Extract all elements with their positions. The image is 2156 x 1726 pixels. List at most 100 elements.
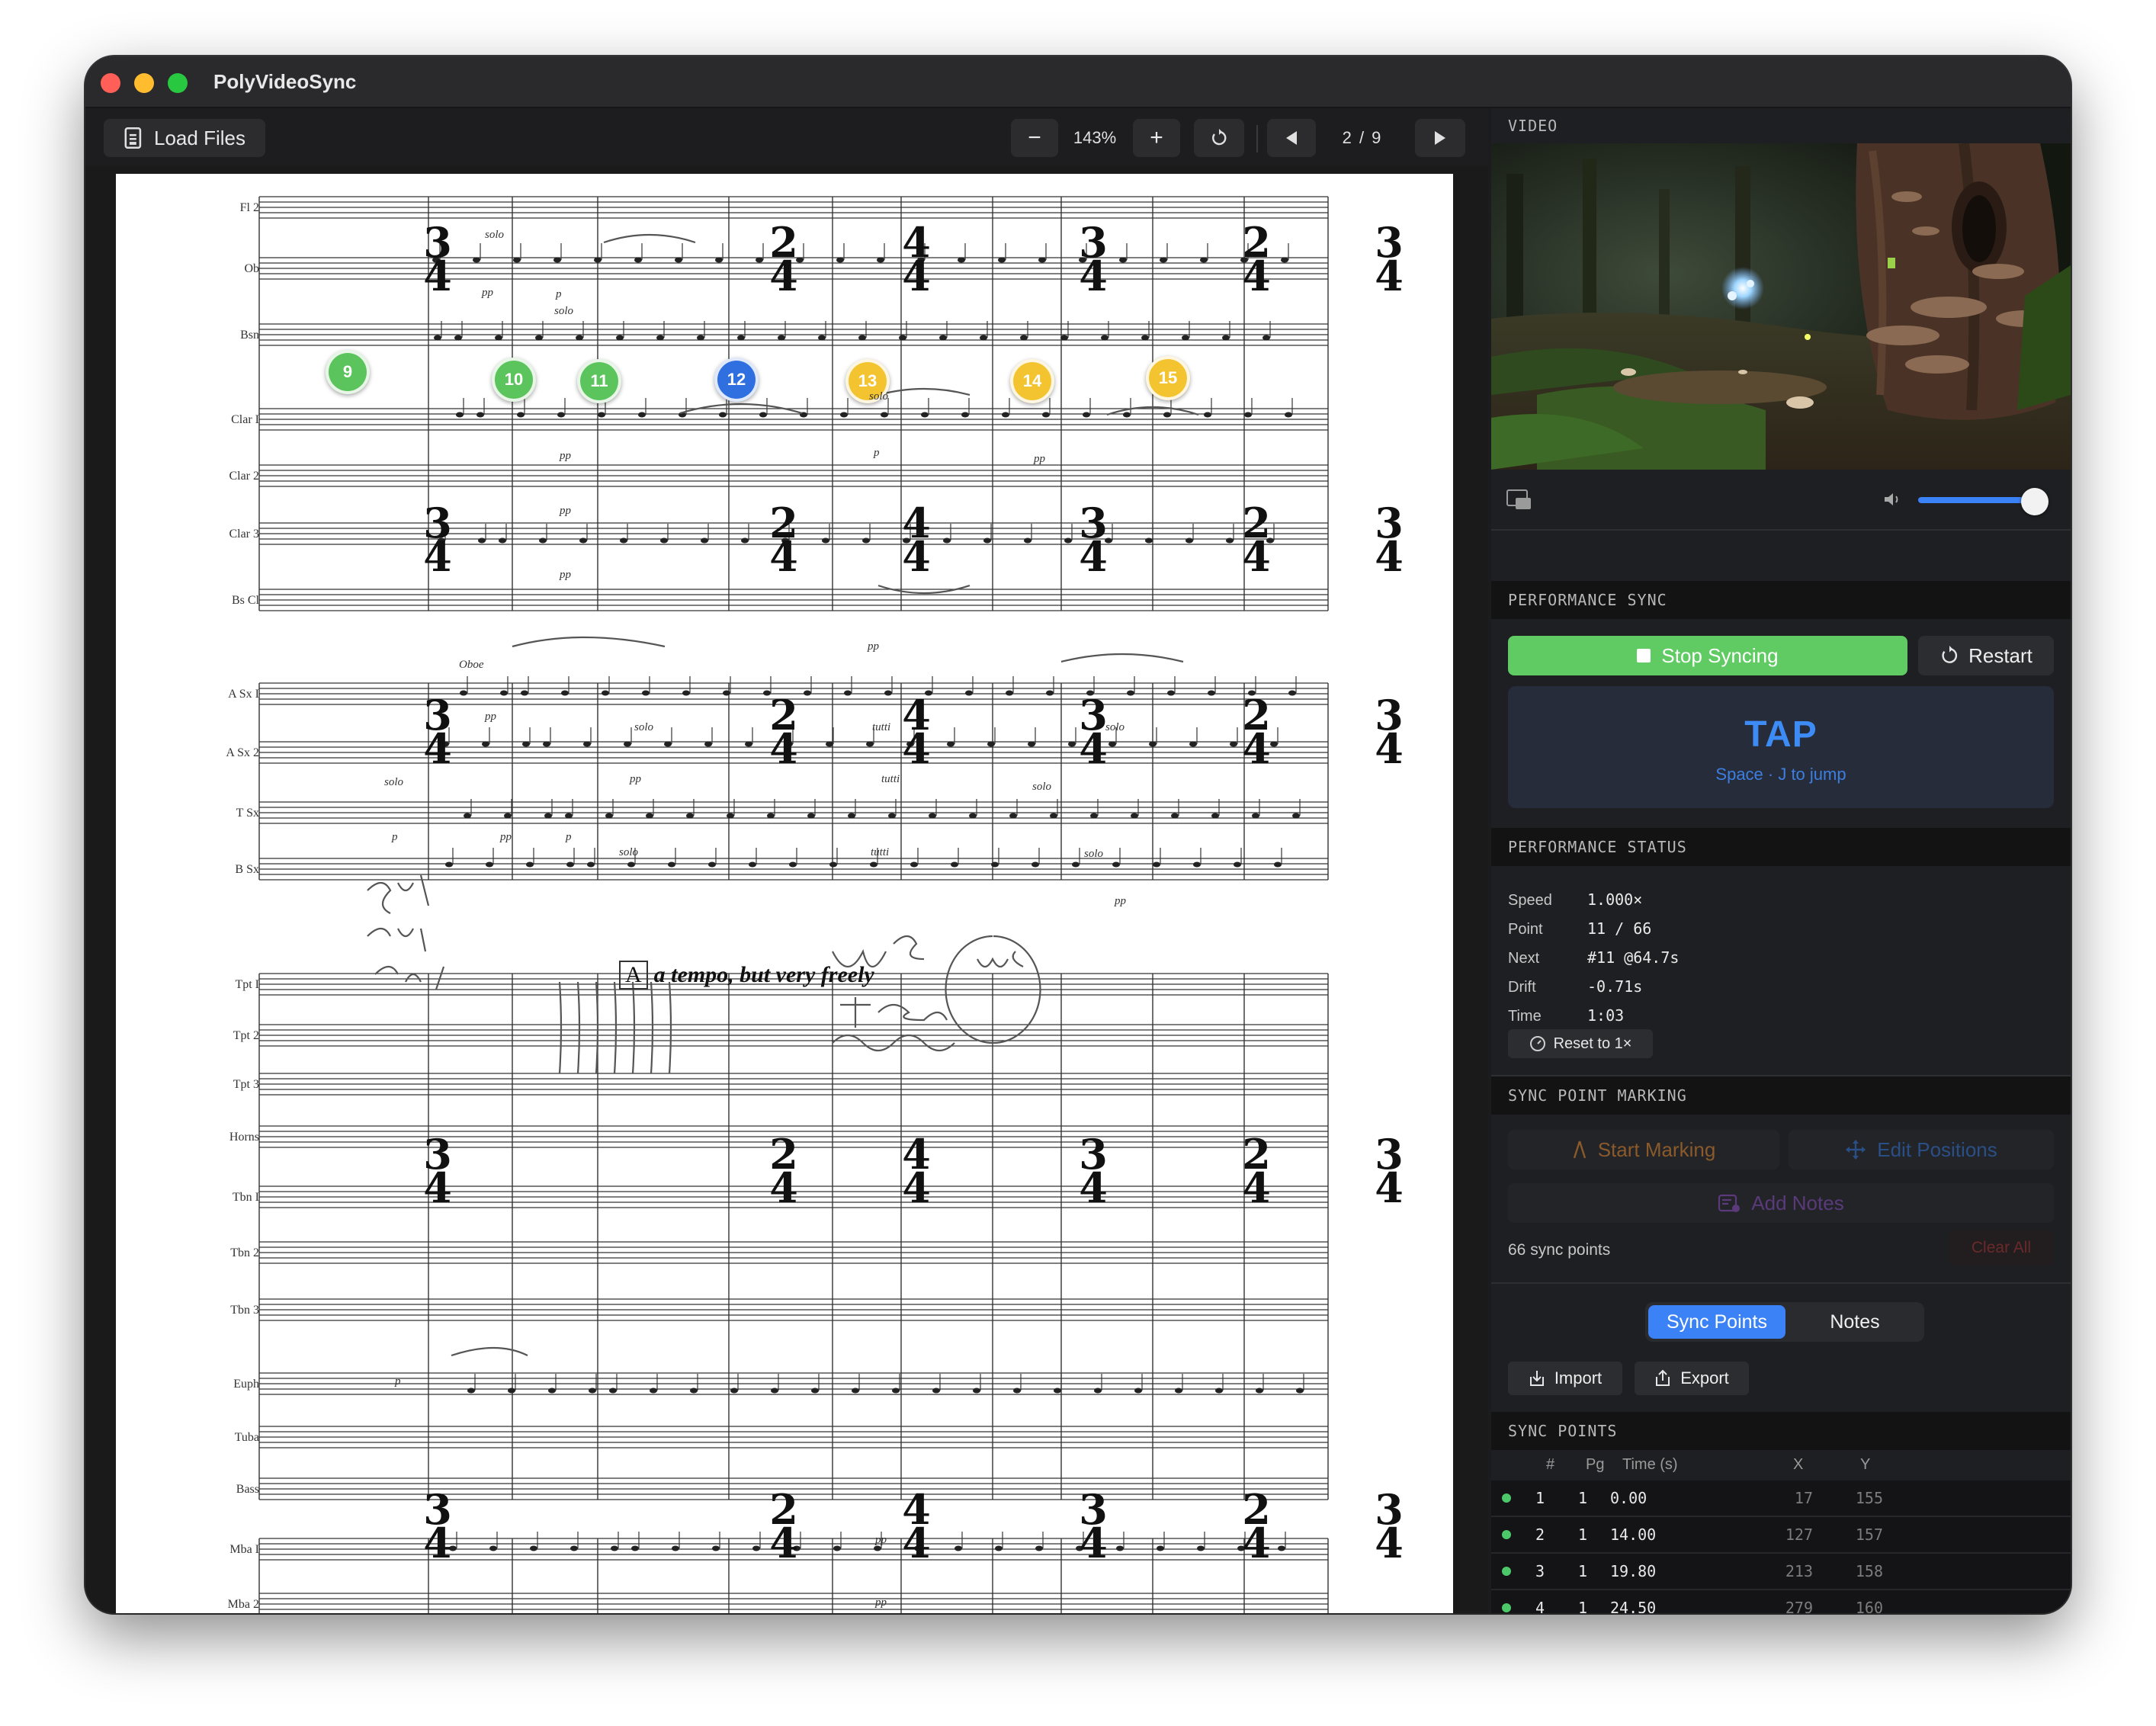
volume-slider-knob[interactable] (2021, 488, 2049, 515)
sync-marker[interactable]: 9 (326, 350, 370, 394)
note-head (616, 335, 624, 341)
performance-status-header: PERFORMANCE STATUS (1491, 828, 2071, 866)
add-notes-button[interactable]: Add Notes (1508, 1183, 2054, 1223)
sync-marker[interactable]: 12 (714, 358, 759, 402)
start-marking-button[interactable]: Start Marking (1508, 1130, 1779, 1169)
solo-text: solo (485, 229, 505, 241)
note-head (899, 335, 906, 341)
move-arrows-icon (1846, 1140, 1866, 1160)
volume-fill (1918, 497, 2035, 503)
note-head (1060, 335, 1068, 341)
edit-positions-button[interactable]: Edit Positions (1789, 1130, 2054, 1169)
close-window-button[interactable] (101, 73, 120, 93)
note-head (995, 1545, 1003, 1551)
zoom-in-button[interactable]: + (1133, 119, 1180, 157)
handwritten-stroke (631, 981, 636, 1074)
note-head (1204, 412, 1211, 418)
tap-button[interactable]: TAP Space · J to jump (1508, 686, 2054, 808)
solo-text: solo (1105, 721, 1125, 733)
performance-sync-header: PERFORMANCE SYNC (1491, 581, 2071, 619)
time-signature: 24 (1242, 218, 1271, 300)
app-window: PolyVideoSync Load Files − 143% + 2 / 9 (85, 56, 2071, 1613)
cell-x: 127 (1785, 1525, 1813, 1544)
note-head (929, 813, 936, 819)
handwritten-annotation (374, 965, 445, 990)
dynamic-text: pp (875, 1534, 887, 1546)
note-head (642, 690, 650, 696)
minimize-window-button[interactable] (134, 73, 154, 93)
cell-y: 155 (1855, 1489, 1883, 1507)
reset-zoom-button[interactable] (1194, 119, 1244, 157)
sync-point-row[interactable]: 2 1 14.00 127 157 (1491, 1517, 2071, 1554)
note-head (1038, 257, 1046, 263)
column-header: # (1546, 1456, 1555, 1473)
solo-text: solo (1084, 848, 1104, 860)
sync-point-row[interactable]: 4 1 24.50 279 160 (1491, 1590, 2071, 1613)
import-button[interactable]: Import (1508, 1362, 1622, 1395)
speaker-icon[interactable] (1883, 491, 1903, 508)
video-player[interactable] (1491, 143, 2071, 470)
instrument-label: B Sx (235, 863, 259, 876)
time-signature: 34 (423, 691, 452, 773)
note-head (1149, 741, 1157, 747)
solo-text: solo (869, 390, 889, 403)
zoom-level: 143% (1073, 128, 1117, 147)
tab-sync-points[interactable]: Sync Points (1648, 1305, 1785, 1339)
instrument-label: Ob (244, 262, 259, 275)
note-head (522, 741, 530, 747)
solo-text: solo (554, 305, 574, 317)
reset-speed-button[interactable]: Reset to 1× (1508, 1029, 1653, 1058)
sync-marker[interactable]: 10 (492, 358, 536, 402)
sync-marker[interactable]: 14 (1010, 359, 1054, 403)
next-page-button[interactable] (1415, 119, 1465, 157)
score-page[interactable]: Fl 2 Ob Bsn Clar I Clar 2 Clar 3 Bs Cl A Sx I A … (116, 174, 1453, 1613)
solo-text: solo (634, 721, 654, 733)
handwritten-stroke (613, 981, 618, 1074)
restart-button[interactable]: Restart (1918, 636, 2054, 675)
sync-marker[interactable]: 11 (577, 359, 621, 403)
note-head (576, 335, 583, 341)
note-head (1167, 690, 1175, 696)
zoom-out-button[interactable]: − (1011, 119, 1058, 157)
export-button[interactable]: Export (1635, 1362, 1749, 1395)
time-signature: 44 (902, 1130, 931, 1212)
note-head (656, 335, 664, 341)
dynamic-text: pp (875, 1596, 887, 1609)
sync-point-row[interactable]: 1 1 0.00 17 155 (1491, 1481, 2071, 1517)
previous-page-button[interactable] (1267, 119, 1316, 157)
dynamic-text: p (874, 447, 880, 459)
cell-number: 1 (1535, 1489, 1545, 1507)
tab-notes[interactable]: Notes (1789, 1305, 1921, 1339)
note-head (624, 741, 631, 747)
instrument-label: Tbn I (232, 1191, 259, 1204)
divider (1491, 1282, 2071, 1284)
clear-all-button[interactable]: Clear All (1949, 1230, 2054, 1266)
note-head (587, 861, 595, 868)
note-head (1127, 690, 1134, 696)
gauge-icon (1529, 1036, 1545, 1051)
note-head (543, 741, 550, 747)
note-head (980, 335, 987, 341)
score-staves (258, 196, 1329, 1613)
status-dot (1502, 1603, 1511, 1612)
stop-syncing-button[interactable]: Stop Syncing (1508, 636, 1907, 675)
note-head (745, 741, 752, 747)
note-head (513, 257, 521, 263)
time-signature: 44 (902, 218, 931, 300)
instrument-label: Fl 2 (239, 201, 259, 214)
note-head (682, 690, 690, 696)
note-head (730, 1388, 738, 1394)
list-tabs: Sync Points Notes (1645, 1302, 1924, 1342)
column-header: X (1793, 1456, 1804, 1473)
note-head (664, 741, 672, 747)
note-head (598, 412, 605, 418)
sync-marker[interactable]: 15 (1146, 356, 1190, 400)
load-files-button[interactable]: Load Files (104, 119, 265, 157)
zoom-window-button[interactable] (168, 73, 188, 93)
cell-x: 213 (1785, 1562, 1813, 1580)
note-head (467, 1388, 475, 1394)
stop-syncing-label: Stop Syncing (1661, 643, 1779, 667)
handwritten-stroke (576, 981, 581, 1074)
picture-in-picture-icon[interactable] (1506, 489, 1532, 511)
sync-point-row[interactable]: 3 1 19.80 213 158 (1491, 1554, 2071, 1590)
